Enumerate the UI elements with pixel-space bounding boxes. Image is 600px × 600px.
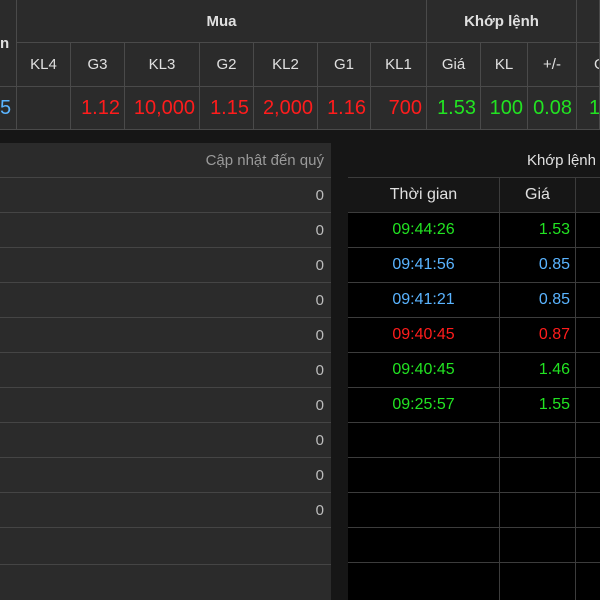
trade-time: 09:40:45 xyxy=(348,353,500,388)
value-row: 0 xyxy=(0,423,331,458)
value-row: 0 xyxy=(0,353,331,388)
empty-cell xyxy=(500,458,576,493)
trade-time: 09:44:26 xyxy=(348,213,500,248)
column-header-kl2[interactable]: KL2 xyxy=(254,43,318,87)
empty-cell xyxy=(500,493,576,528)
cell-kl4 xyxy=(17,87,71,130)
matched-orders-panel: Khớp lệnh Thời gian Giá 09:44:26 1.53 09… xyxy=(348,143,600,600)
group-header-buy: Mua xyxy=(17,0,427,43)
column-header-g3[interactable]: G3 xyxy=(71,43,125,87)
empty-cell xyxy=(576,563,600,600)
trade-extra-cell xyxy=(576,388,600,423)
trade-price: 1.53 xyxy=(500,213,576,248)
panel-header: Cập nhật đến quý xyxy=(0,143,331,178)
empty-cell xyxy=(500,528,576,563)
empty-cell xyxy=(348,563,500,600)
trade-price: 0.87 xyxy=(500,318,576,353)
group-header-right-fragment xyxy=(577,0,600,43)
trade-time: 09:25:57 xyxy=(348,388,500,423)
empty-row xyxy=(0,528,331,565)
trade-time: 09:41:21 xyxy=(348,283,500,318)
column-header-g1[interactable]: G1 xyxy=(318,43,371,87)
value-row: 0 xyxy=(0,318,331,353)
trade-time: 09:40:45 xyxy=(348,318,500,353)
cell-g1: 1.16 xyxy=(318,87,371,130)
group-header-left-fragment: n xyxy=(0,0,17,87)
column-header-right-fragment[interactable]: G xyxy=(577,43,600,87)
value-row: 0 xyxy=(0,458,331,493)
price-board: n Mua Khớp lệnh KL4 G3 KL3 G2 KL2 G1 KL1… xyxy=(0,0,600,130)
value-row: 0 xyxy=(0,213,331,248)
value-row: 0 xyxy=(0,248,331,283)
empty-cell xyxy=(500,563,576,600)
trade-price: 0.85 xyxy=(500,248,576,283)
cell-match-volume: 100 xyxy=(481,87,528,130)
column-header-extra xyxy=(576,178,600,213)
column-header-price[interactable]: Giá xyxy=(500,178,576,213)
trade-extra-cell xyxy=(576,283,600,318)
column-header-g2[interactable]: G2 xyxy=(200,43,254,87)
cell-kl1: 700 xyxy=(371,87,427,130)
empty-cell xyxy=(348,493,500,528)
empty-cell xyxy=(500,423,576,458)
value-row: 0 xyxy=(0,388,331,423)
trade-price: 1.46 xyxy=(500,353,576,388)
cell-g3: 1.12 xyxy=(71,87,125,130)
trade-price: 0.85 xyxy=(500,283,576,318)
cell-match-change: 0.08 xyxy=(528,87,577,130)
trade-extra-cell xyxy=(576,318,600,353)
column-header-match-volume[interactable]: KL xyxy=(481,43,528,87)
column-header-kl4[interactable]: KL4 xyxy=(17,43,71,87)
column-header-match-price[interactable]: Giá xyxy=(427,43,481,87)
matched-orders-title: Khớp lệnh xyxy=(348,143,600,178)
group-header-match: Khớp lệnh xyxy=(427,0,577,43)
value-row: 0 xyxy=(0,493,331,528)
trade-price: 1.55 xyxy=(500,388,576,423)
empty-cell xyxy=(576,423,600,458)
trade-extra-cell xyxy=(576,248,600,283)
row-left-fragment: 5 xyxy=(0,87,17,130)
cell-g2: 1.15 xyxy=(200,87,254,130)
cell-kl2: 2,000 xyxy=(254,87,318,130)
column-header-time[interactable]: Thời gian xyxy=(348,178,500,213)
column-header-match-change[interactable]: +/- xyxy=(528,43,577,87)
empty-cell xyxy=(348,458,500,493)
trade-time: 09:41:56 xyxy=(348,248,500,283)
column-header-kl3[interactable]: KL3 xyxy=(125,43,200,87)
financial-panel: Cập nhật đến quý 0 0 0 0 0 0 0 0 0 0 xyxy=(0,143,331,600)
empty-cell xyxy=(576,458,600,493)
empty-cell xyxy=(576,493,600,528)
empty-cell xyxy=(348,423,500,458)
column-header-kl1[interactable]: KL1 xyxy=(371,43,427,87)
cell-kl3: 10,000 xyxy=(125,87,200,130)
trade-extra-cell xyxy=(576,213,600,248)
empty-cell xyxy=(576,528,600,563)
trade-extra-cell xyxy=(576,353,600,388)
value-row: 0 xyxy=(0,283,331,318)
value-row: 0 xyxy=(0,178,331,213)
cell-match-price: 1.53 xyxy=(427,87,481,130)
empty-cell xyxy=(348,528,500,563)
cell-right-fragment: 1. xyxy=(577,87,600,130)
